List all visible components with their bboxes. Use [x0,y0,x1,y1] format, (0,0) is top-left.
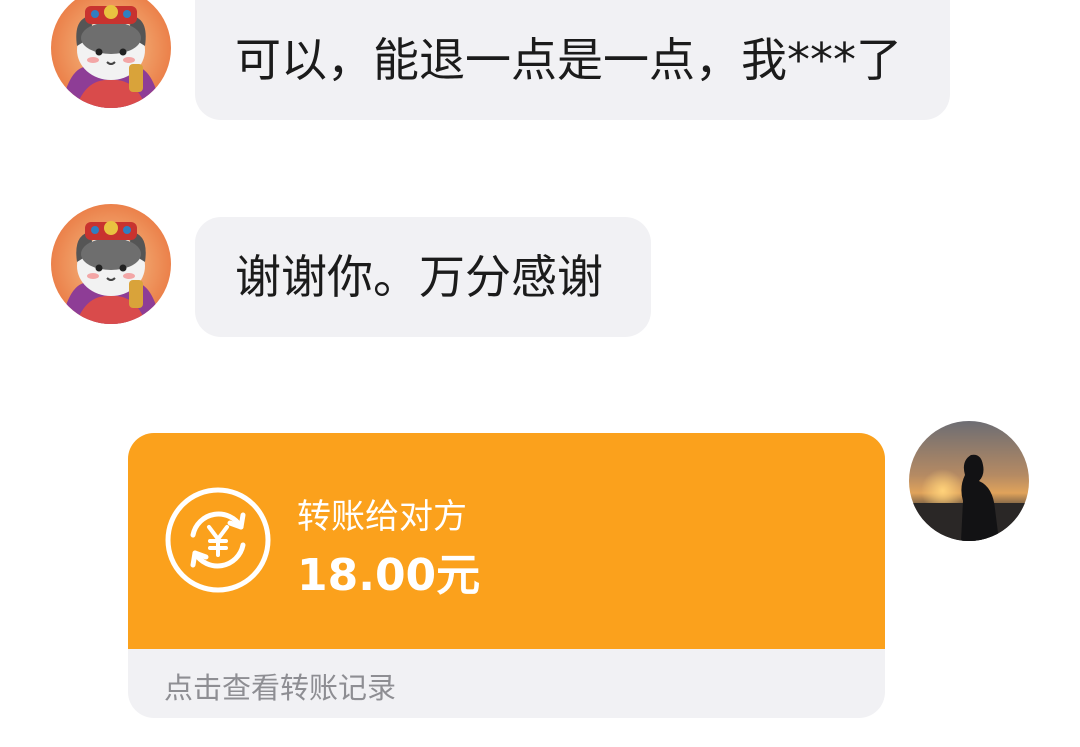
transfer-card-header: 转账给对方 18.00元 [128,433,885,649]
message-text: 可以，能退一点是一点，我***了 [235,33,902,87]
sunset-photo-avatar-image [909,421,1029,541]
message-text: 谢谢你。万分感谢 [235,250,603,304]
contact-avatar[interactable] [51,204,171,324]
user-avatar[interactable] [909,421,1029,541]
transfer-title: 转账给对方 [297,497,467,537]
message-bubble[interactable]: 谢谢你。万分感谢 [195,217,651,337]
transfer-amount: 18.00元 [297,550,481,601]
cartoon-avatar-image [51,0,171,108]
message-bubble[interactable]: 可以，能退一点是一点，我***了 [195,0,950,120]
transfer-record-link[interactable]: 点击查看转账记录 [164,665,396,707]
cartoon-avatar-image [51,204,171,324]
yuan-exchange-icon [165,487,271,593]
transfer-card[interactable]: 转账给对方 18.00元 点击查看转账记录 [128,433,885,718]
contact-avatar[interactable] [51,0,171,108]
